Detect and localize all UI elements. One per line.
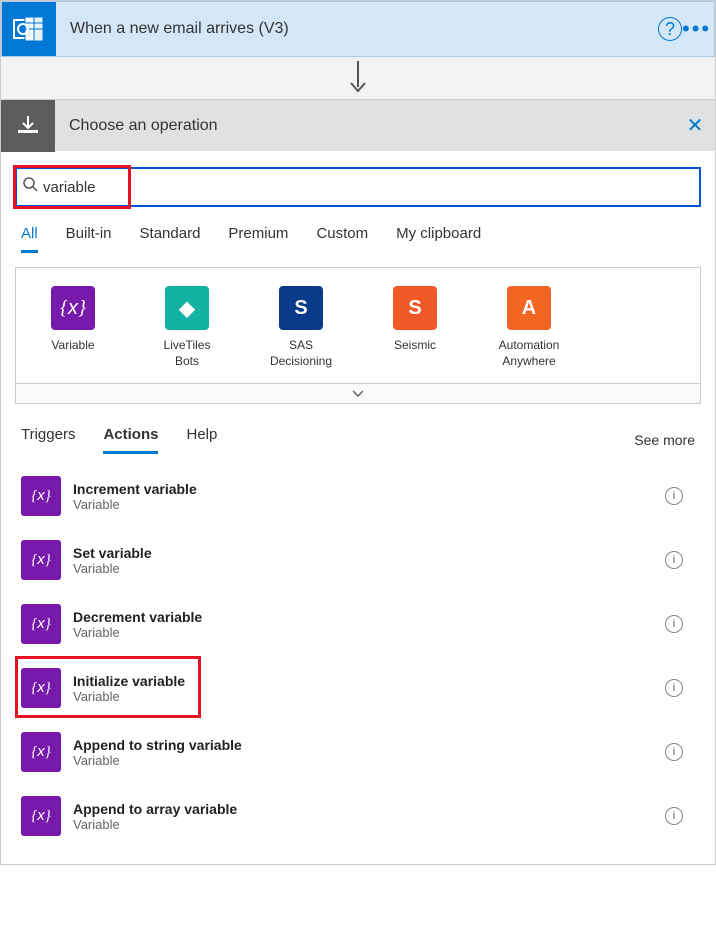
search-box xyxy=(15,167,701,207)
action-text: Initialize variableVariable xyxy=(73,673,665,704)
action-text: Set variableVariable xyxy=(73,545,665,576)
actions-list[interactable]: {x}Increment variableVariablei{x}Set var… xyxy=(15,464,701,864)
category-tab-built-in[interactable]: Built-in xyxy=(66,225,112,253)
trigger-card[interactable]: When a new email arrives (V3) ? ••• xyxy=(1,1,715,57)
connector-icon: S xyxy=(393,286,437,330)
action-append-to-string-variable[interactable]: {x} Append to string variableVariablei xyxy=(15,720,697,784)
sub-tab-triggers[interactable]: Triggers xyxy=(21,426,75,454)
search-icon xyxy=(17,177,43,197)
category-tab-my-clipboard[interactable]: My clipboard xyxy=(396,225,481,253)
variable-icon: {x} xyxy=(21,796,61,836)
operation-icon xyxy=(1,100,55,152)
action-text: Decrement variableVariable xyxy=(73,609,665,640)
choose-operation-header: Choose an operation ✕ xyxy=(1,99,715,151)
category-tab-premium[interactable]: Premium xyxy=(228,225,288,253)
search-input[interactable] xyxy=(43,169,699,205)
action-text: Append to string variableVariable xyxy=(73,737,665,768)
info-icon[interactable]: i xyxy=(665,615,683,633)
action-decrement-variable[interactable]: {x} Decrement variableVariablei xyxy=(15,592,697,656)
action-title: Increment variable xyxy=(73,481,665,497)
action-subtitle: Variable xyxy=(73,625,665,640)
connector-sas-decisioning[interactable]: S SAS Decisioning xyxy=(264,286,338,369)
sub-tab-row: Triggers Actions Help See more xyxy=(15,426,701,454)
action-subtitle: Variable xyxy=(73,817,665,832)
close-icon[interactable]: ✕ xyxy=(675,113,715,138)
action-text: Append to array variableVariable xyxy=(73,801,665,832)
connector-label: Automation Anywhere xyxy=(492,338,566,369)
connector-label: Variable xyxy=(51,338,94,354)
outlook-icon xyxy=(2,2,56,56)
category-tabs: All Built-in Standard Premium Custom My clipb… xyxy=(15,225,701,253)
variable-icon: {x} xyxy=(21,476,61,516)
connector-automation-anywhere[interactable]: A Automation Anywhere xyxy=(492,286,566,369)
trigger-title: When a new email arrives (V3) xyxy=(56,20,658,38)
action-title: Append to array variable xyxy=(73,801,665,817)
info-icon[interactable]: i xyxy=(665,807,683,825)
operation-panel: All Built-in Standard Premium Custom My clipb… xyxy=(1,151,715,864)
variable-icon: {x} xyxy=(21,668,61,708)
info-icon[interactable]: i xyxy=(665,743,683,761)
action-title: Append to string variable xyxy=(73,737,665,753)
action-subtitle: Variable xyxy=(73,689,665,704)
variable-icon: {x} xyxy=(21,732,61,772)
action-append-to-array-variable[interactable]: {x} Append to array variableVariablei xyxy=(15,784,697,848)
category-tab-standard[interactable]: Standard xyxy=(140,225,201,253)
action-subtitle: Variable xyxy=(73,753,665,768)
connector-icon: S xyxy=(279,286,323,330)
action-set-variable[interactable]: {x} Set variableVariablei xyxy=(15,528,697,592)
action-initialize-variable[interactable]: {x} Initialize variableVariablei xyxy=(15,656,697,720)
connector-label: Seismic xyxy=(394,338,436,354)
connector-label: SAS Decisioning xyxy=(264,338,338,369)
sub-tab-help[interactable]: Help xyxy=(186,426,217,454)
help-icon[interactable]: ? xyxy=(658,17,682,41)
category-tab-all[interactable]: All xyxy=(21,225,38,253)
action-title: Initialize variable xyxy=(73,673,665,689)
action-increment-variable[interactable]: {x} Increment variableVariablei xyxy=(15,464,697,528)
sub-tab-actions[interactable]: Actions xyxy=(103,426,158,454)
variable-icon: {x} xyxy=(21,604,61,644)
variable-icon: {x} xyxy=(21,540,61,580)
connector-variable[interactable]: {x} Variable xyxy=(36,286,110,369)
info-icon[interactable]: i xyxy=(665,551,683,569)
connector-seismic[interactable]: S Seismic xyxy=(378,286,452,369)
connector-label: LiveTiles Bots xyxy=(150,338,224,369)
action-title: Set variable xyxy=(73,545,665,561)
action-text: Increment variableVariable xyxy=(73,481,665,512)
choose-title: Choose an operation xyxy=(55,117,675,135)
info-icon[interactable]: i xyxy=(665,487,683,505)
connector-icon: ◆ xyxy=(165,286,209,330)
category-tab-custom[interactable]: Custom xyxy=(316,225,368,253)
collapse-toggle[interactable] xyxy=(15,384,701,404)
action-title: Decrement variable xyxy=(73,609,665,625)
action-subtitle: Variable xyxy=(73,561,665,576)
connectors-box: {x} Variable ◆ LiveTiles Bots S SAS Decisioni… xyxy=(15,267,701,384)
connector-livetiles-bots[interactable]: ◆ LiveTiles Bots xyxy=(150,286,224,369)
action-subtitle: Variable xyxy=(73,497,665,512)
connector-icon: A xyxy=(507,286,551,330)
see-more-link[interactable]: See more xyxy=(634,432,695,448)
connector-icon: {x} xyxy=(51,286,95,330)
more-menu-icon[interactable]: ••• xyxy=(682,16,714,42)
flow-arrow xyxy=(1,57,715,99)
info-icon[interactable]: i xyxy=(665,679,683,697)
